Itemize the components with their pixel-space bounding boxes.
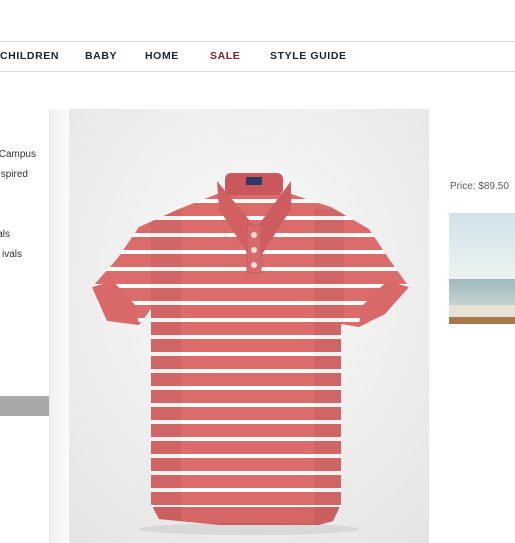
beach-scene-image [449, 213, 515, 324]
main-navigation: CHILDREN BABY HOME SALE STYLE GUIDE [0, 41, 515, 72]
beach-thumbnail[interactable] [449, 213, 515, 324]
brand-label [246, 177, 262, 185]
left-side-panel: Campus spired als ivals [0, 109, 50, 543]
sidebar-link-arrivals[interactable]: ivals [2, 249, 22, 260]
sidebar-gray-bar [0, 396, 49, 416]
nav-item-sale[interactable]: SALE [210, 50, 240, 62]
nav-item-children[interactable]: CHILDREN [0, 50, 59, 62]
product-image-frame [69, 109, 429, 543]
sidebar-link-campus[interactable]: Campus [0, 149, 36, 160]
sidebar-link-inspired[interactable]: spired [1, 169, 28, 180]
nav-item-style-guide[interactable]: STYLE GUIDE [270, 50, 347, 62]
top-header-area [0, 0, 515, 41]
sidebar-link-essentials[interactable]: als [0, 229, 10, 240]
nav-item-home[interactable]: HOME [145, 50, 179, 62]
striped-polo-shirt-image [69, 109, 429, 543]
product-price: Price: $89.50 [450, 181, 509, 192]
nav-item-baby[interactable]: BABY [85, 50, 117, 62]
column-divider [50, 109, 68, 543]
